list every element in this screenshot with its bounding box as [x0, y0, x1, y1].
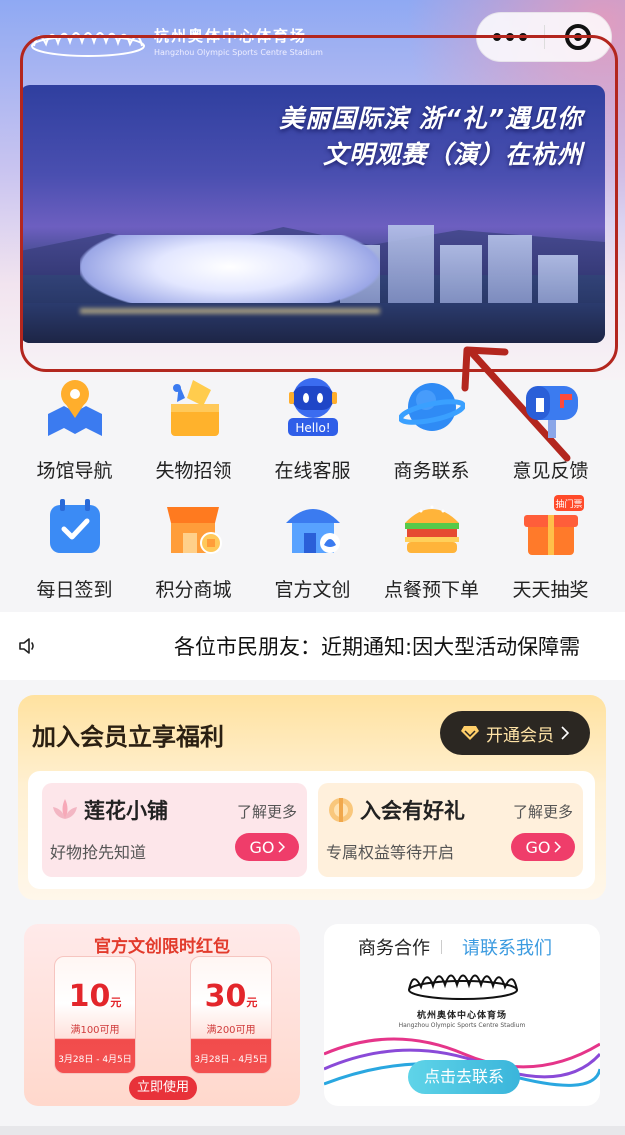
grid-item-points-mall[interactable]: 积分商城: [131, 485, 256, 601]
svg-text:Hello!: Hello!: [295, 421, 330, 435]
open-membership-label: 开通会员: [486, 725, 554, 746]
promo-title: 官方文创限时红包: [94, 937, 230, 957]
planet-icon: [397, 383, 466, 431]
business-logo-subtitle: Hangzhou Olympic Sports Centre Stadium: [398, 1022, 526, 1029]
open-membership-button[interactable]: 开通会员: [440, 711, 590, 755]
coupon-date: 3月28日 - 4月5日: [58, 1055, 132, 1065]
coupon-amount: 30元: [204, 979, 258, 1014]
business-title: 商务合作: [358, 938, 430, 959]
grid-label: 意见反馈: [512, 460, 589, 482]
grid-label: 点餐预下单: [383, 579, 479, 601]
stadium-logo-icon: [408, 974, 518, 1000]
chevron-right-icon: [561, 726, 570, 740]
coupon-condition: 满100可用: [70, 1025, 120, 1036]
coupon-amount: 10元: [68, 979, 122, 1014]
grid-label: 官方文创: [274, 579, 351, 601]
robot-hello-icon: Hello!: [287, 378, 338, 436]
bottom-edge: [0, 1126, 625, 1135]
learn-more-link[interactable]: 了解更多: [513, 801, 573, 822]
grid-label: 场馆导航: [36, 460, 113, 482]
grid-label: 每日签到: [36, 579, 113, 601]
member-card: 加入会员立享福利 开通会员 莲花小铺 了解更多 好物抢先知道 GO 入会有好礼 …: [18, 695, 606, 900]
grid-label: 在线客服: [274, 460, 351, 482]
join-gift-card[interactable]: 入会有好礼 了解更多 专属权益等待开启 GO: [318, 783, 583, 877]
lost-found-icon: [170, 380, 219, 436]
lotus-icon: [53, 799, 77, 819]
chevron-right-icon: [553, 841, 561, 853]
grid-item-lost-found[interactable]: 失物招领: [131, 366, 256, 482]
grid-item-food-order[interactable]: 点餐预下单: [369, 485, 494, 601]
card-subtitle: 专属权益等待开启: [326, 843, 455, 862]
mailbox-icon: [525, 386, 578, 438]
grid-item-business-contact[interactable]: 商务联系: [369, 366, 494, 482]
map-pin-icon: [47, 380, 102, 436]
svg-text:抽门票: 抽门票: [555, 498, 582, 510]
member-benefits: 莲花小铺 了解更多 好物抢先知道 GO 入会有好礼 了解更多 专属权益等待开启 …: [28, 771, 595, 889]
go-button[interactable]: GO: [511, 833, 575, 861]
title-divider: [441, 940, 442, 954]
notice-bar[interactable]: 各位市民朋友：近期通知:因大型活动保障需: [0, 612, 625, 680]
business-logo-title: 杭州奥体中心体育场: [416, 1011, 507, 1021]
gift-coin-icon: [329, 798, 353, 822]
coupon-date: 3月28日 - 4月5日: [194, 1055, 268, 1065]
shop-coin-icon: [166, 507, 222, 554]
gift-icon: 抽门票: [523, 495, 584, 555]
feature-grid: 场馆导航 失物招领 Hello! 在线客服 商务联系 意见反馈 每日签到 积分商…: [0, 360, 625, 610]
contact-us-link[interactable]: 请联系我们: [462, 934, 552, 960]
learn-more-link[interactable]: 了解更多: [237, 801, 297, 822]
house-lotus-icon: [285, 509, 340, 553]
grid-item-official-merch[interactable]: 官方文创: [250, 485, 375, 601]
chevron-right-icon: [277, 841, 285, 853]
diamond-icon: [461, 726, 479, 740]
business-cooperation-card[interactable]: 商务合作 请联系我们 杭州奥体中心体育场 Hangzhou Olympic Sp…: [324, 924, 600, 1106]
coupon-condition: 满200可用: [206, 1025, 256, 1036]
card-subtitle: 好物抢先知道: [50, 843, 147, 862]
click-to-contact-button[interactable]: 点击去联系: [408, 1060, 520, 1094]
coupon-10[interactable]: 10元 满100可用 3月28日 - 4月5日: [54, 956, 136, 1074]
grid-label: 商务联系: [393, 460, 470, 482]
grid-item-daily-checkin[interactable]: 每日签到: [12, 485, 137, 601]
merch-redpacket-card[interactable]: 官方文创限时红包 10元 满100可用 3月28日 - 4月5日 30元 满20…: [24, 924, 300, 1106]
use-now-button[interactable]: 立即使用: [129, 1076, 197, 1100]
coupon-30[interactable]: 30元 满200可用 3月28日 - 4月5日: [190, 956, 272, 1074]
grid-label: 积分商城: [155, 579, 232, 601]
lotus-shop-card[interactable]: 莲花小铺 了解更多 好物抢先知道 GO: [42, 783, 307, 877]
grid-item-venue-nav[interactable]: 场馆导航: [12, 366, 137, 482]
go-label: GO: [249, 837, 275, 857]
go-label: GO: [525, 837, 551, 857]
grid-item-online-service[interactable]: Hello! 在线客服: [250, 366, 375, 482]
grid-item-feedback[interactable]: 意见反馈: [488, 366, 613, 482]
notice-text: 各位市民朋友：近期通知:因大型活动保障需: [174, 635, 581, 659]
grid-label: 天天抽奖: [512, 579, 589, 601]
calendar-check-icon: [49, 499, 100, 553]
burger-icon: [404, 505, 459, 553]
card-title: 入会有好礼: [360, 799, 465, 823]
grid-item-daily-lottery[interactable]: 抽门票 天天抽奖: [488, 485, 613, 601]
grid-label: 失物招领: [155, 460, 232, 482]
go-button[interactable]: GO: [235, 833, 299, 861]
member-title: 加入会员立享福利: [32, 723, 224, 751]
speaker-icon: [19, 638, 34, 654]
card-title: 莲花小铺: [84, 799, 168, 823]
highlight-annotation-box: [20, 35, 618, 372]
